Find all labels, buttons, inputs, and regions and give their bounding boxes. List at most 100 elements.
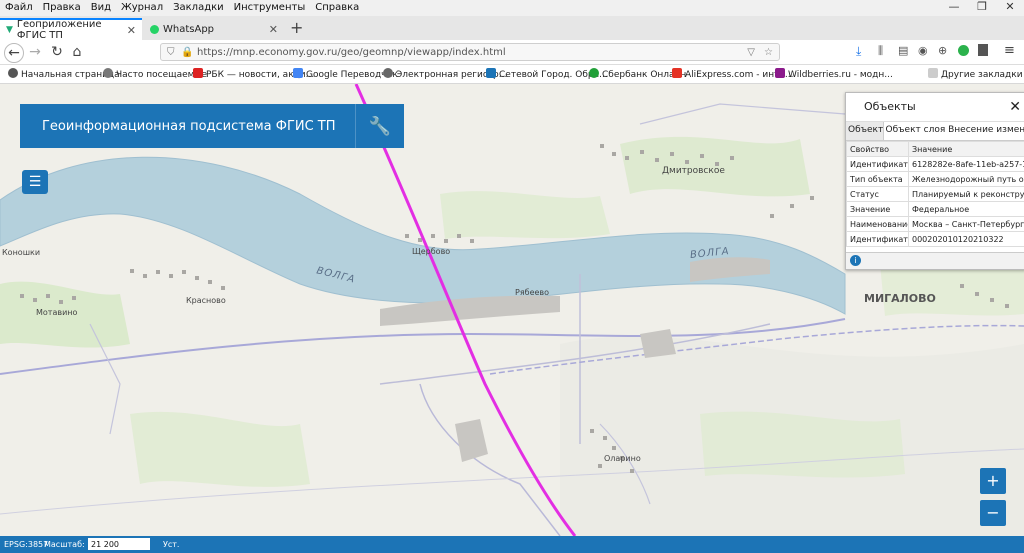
school-icon [486, 68, 496, 78]
tab-whatsapp[interactable]: WhatsApp ✕ [144, 18, 284, 40]
gear-icon [103, 68, 113, 78]
wrench-icon: 🔧 [368, 115, 392, 137]
zoom-in-button[interactable]: + [980, 468, 1006, 494]
folder-icon [928, 68, 938, 78]
tab-label: Геоприложение ФГИС ТП [16, 19, 102, 41]
label-krasnovo: Красново [186, 296, 226, 305]
property-value: Федеральное [908, 201, 1024, 217]
epsg-label: EPSG:3857 [4, 540, 49, 549]
table-row[interactable]: СтатусПланируемый к реконструкции [846, 186, 1024, 202]
menu-edit[interactable]: Правка [38, 0, 86, 13]
maximize-button[interactable]: ❐ [968, 0, 996, 16]
back-button[interactable]: ← [4, 43, 24, 63]
label-shchurovo: Щербово [412, 247, 451, 256]
property-value: Планируемый к реконструкции [908, 186, 1024, 202]
zoom-out-button[interactable]: − [980, 500, 1006, 526]
table-row[interactable]: Идентификато...000202010120210322 [846, 231, 1024, 247]
property-name: Идентификато... [846, 231, 909, 247]
new-tab-button[interactable]: + [290, 18, 303, 37]
set-scale-button[interactable]: Уст. [163, 540, 179, 549]
panel-footer: i [846, 252, 1024, 269]
url-bar[interactable]: ⛉ 🔒 https://mnp.economy.gov.ru/geo/geomn… [160, 43, 780, 61]
globe-icon[interactable]: ⊕ [938, 44, 947, 57]
extension-check-icon[interactable] [958, 45, 969, 56]
scale-input[interactable] [88, 538, 150, 550]
property-value: Железнодорожный путь общего ... [908, 171, 1024, 187]
property-name: Значение [846, 201, 909, 217]
menu-bar: Файл Правка Вид Журнал Закладки Инструменты Сп… [0, 0, 1024, 16]
tab-objects[interactable]: Объекты [846, 122, 884, 140]
table-row[interactable]: Идентификатор6128282e-8afe-11eb-a257-136… [846, 156, 1024, 172]
menu-help[interactable]: Справка [310, 0, 364, 13]
label-dmitrovskoe: Дмитровское [662, 166, 725, 176]
table-row[interactable]: Значение Федеральное [846, 201, 1024, 217]
close-icon[interactable]: ✕ [127, 24, 136, 37]
geoapp-tab-icon: ▼ [6, 25, 13, 35]
panel-title: Объекты [864, 100, 916, 113]
layers-button[interactable]: ☰ [22, 170, 48, 194]
rbc-icon [193, 68, 203, 78]
hamburger-menu-icon[interactable]: ≡ [1004, 43, 1015, 58]
property-value: 6128282e-8afe-11eb-a257-1361de... [908, 156, 1024, 172]
objects-panel: Объекты ✕ Объекты Объект слоя Внесение и… [845, 92, 1024, 270]
other-bookmarks[interactable]: Другие закладки [928, 68, 1023, 80]
sidebar-icon[interactable]: ▤ [898, 44, 908, 57]
navigation-bar: ← → ↻ ⌂ ⛉ 🔒 https://mnp.economy.gov.ru/g… [0, 40, 1024, 65]
wildberries-icon [775, 68, 785, 78]
tab-bar: ▼ Геоприложение ФГИС ТП ✕ WhatsApp ✕ + [0, 16, 1024, 41]
column-header-property: Свойство [846, 141, 909, 157]
menu-tools[interactable]: Инструменты [229, 0, 311, 13]
account-icon[interactable]: ◉ [918, 44, 928, 57]
pocket-icon[interactable]: ▽ [747, 44, 755, 62]
tab-layer-object[interactable]: Объект слоя Внесение изменений в с [884, 122, 1024, 140]
label-migalovo: МИГАЛОВО [864, 292, 936, 305]
menu-history[interactable]: Журнал [116, 0, 168, 13]
minimize-button[interactable]: — [940, 0, 968, 16]
property-name: Статус [846, 186, 909, 202]
label-olarino: Оларино [604, 454, 641, 463]
table-row[interactable]: Тип объектаЖелезнодорожный путь общего .… [846, 171, 1024, 187]
app-title: Геоинформационная подсистема ФГИС ТП [42, 118, 336, 134]
google-translate-icon [293, 68, 303, 78]
property-name: Наименование [846, 216, 909, 232]
label-konoshki: Коношки [2, 248, 41, 257]
url-text: https://mnp.economy.gov.ru/geo/geomnp/vi… [197, 47, 506, 58]
close-window-button[interactable]: ✕ [996, 0, 1024, 16]
bookmark-star-icon[interactable]: ☆ [764, 44, 773, 62]
extension-badge-icon[interactable] [978, 44, 988, 56]
property-value: Москва – Санкт-Петербург, строи... [908, 216, 1024, 232]
column-header-value: Значение [908, 141, 1024, 157]
property-name: Идентификатор [846, 156, 909, 172]
menu-bookmarks[interactable]: Закладки [168, 0, 229, 13]
label-ryabeevo: Рябеево [515, 288, 550, 297]
download-icon[interactable]: ⤓ [856, 44, 861, 59]
layers-list-icon: ☰ [28, 174, 42, 190]
globe-icon [8, 68, 18, 78]
table-header-row: Свойство Значение [846, 141, 1024, 157]
property-name: Тип объекта [846, 171, 909, 187]
close-icon[interactable]: ✕ [269, 23, 278, 36]
library-icon[interactable]: ⫼ [878, 44, 883, 58]
tools-button[interactable]: 🔧 [355, 104, 404, 148]
bookmarks-bar: Начальная страница Часто посещаемые РБК … [0, 65, 1024, 84]
status-bar: EPSG:3857 Масштаб: 1: Уст. [0, 536, 1024, 553]
reload-button[interactable]: ↻ [48, 43, 66, 61]
forward-button[interactable]: → [26, 43, 44, 61]
tab-geoapp[interactable]: ▼ Геоприложение ФГИС ТП ✕ [0, 18, 142, 41]
sberbank-icon [589, 68, 599, 78]
info-icon[interactable]: i [850, 255, 861, 266]
bookmark-item[interactable]: Часто посещаемые [103, 68, 207, 80]
shield-icon: ⛉ [167, 47, 175, 58]
panel-header: Объекты ✕ [846, 93, 1024, 122]
bookmark-item[interactable]: Wildberries.ru - модн... [775, 68, 893, 80]
home-button[interactable]: ⌂ [68, 43, 86, 61]
lock-icon: 🔒 [181, 47, 194, 58]
menu-view[interactable]: Вид [86, 0, 116, 13]
table-row[interactable]: НаименованиеМосква – Санкт-Петербург, ст… [846, 216, 1024, 232]
property-value: 000202010120210322 [908, 231, 1024, 247]
window-controls: — ❐ ✕ [940, 0, 1024, 16]
label-motavino: Мотавино [36, 308, 78, 317]
menu-file[interactable]: Файл [0, 0, 38, 13]
whatsapp-icon [150, 24, 159, 34]
close-icon[interactable]: ✕ [1009, 93, 1021, 121]
